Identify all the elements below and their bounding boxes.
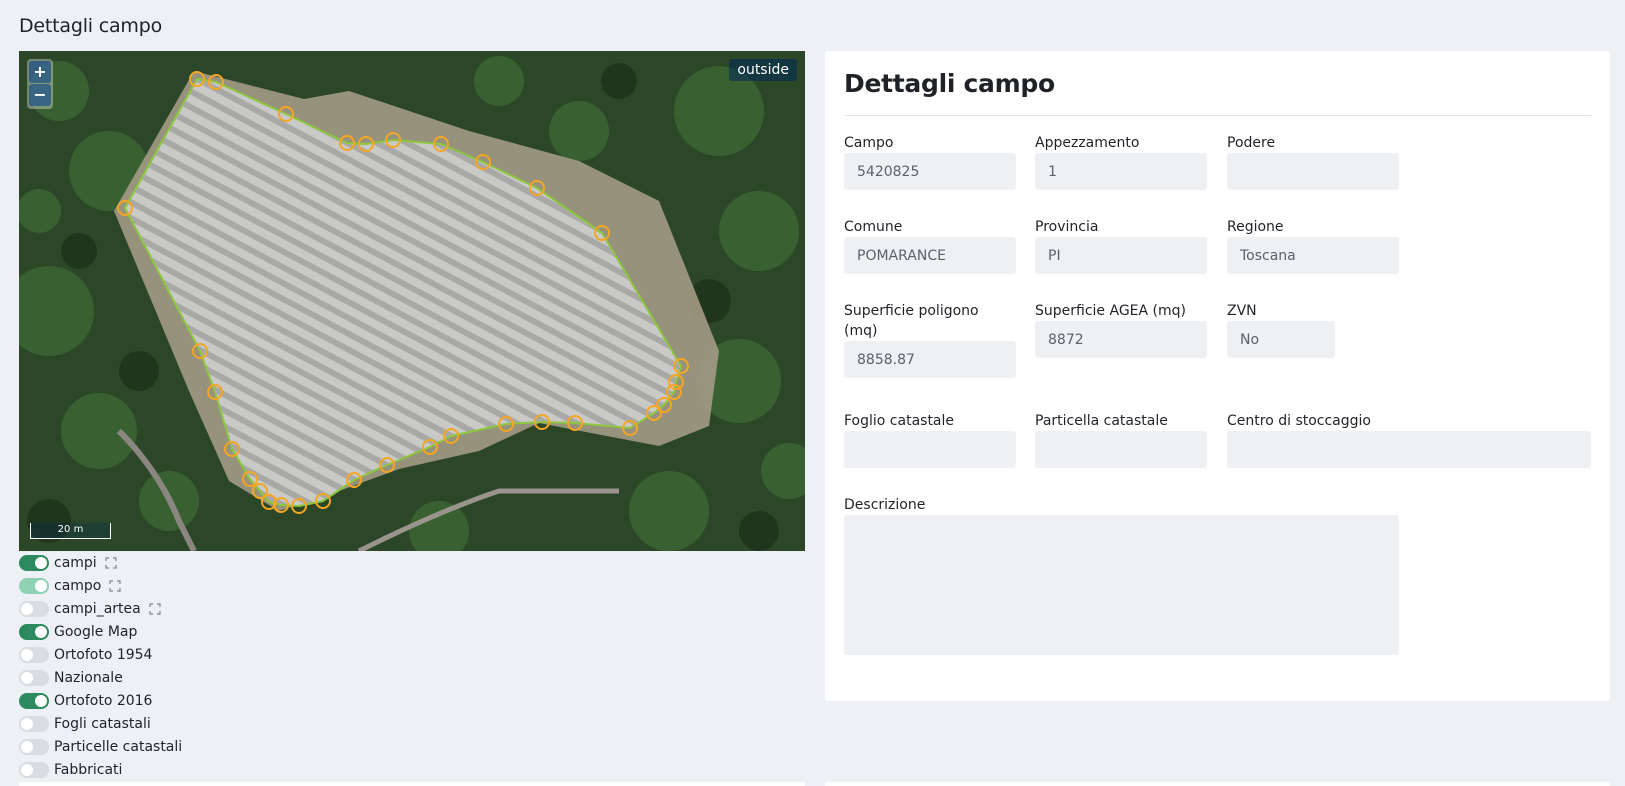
divider (844, 115, 1591, 116)
panel-title: Dettagli campo (844, 69, 1055, 98)
field-label: Centro di stoccaggio (1227, 413, 1371, 429)
toggle-knob (21, 740, 33, 753)
details-panel: Dettagli campo Campo Appezzamento Podere… (825, 51, 1610, 701)
layer-toggle-nazionale[interactable] (19, 669, 49, 686)
layer-label: campi_artea (54, 600, 141, 617)
field-centro-stoccaggio: Centro di stoccaggio (1227, 411, 1591, 468)
field-particella: Particella catastale (1035, 411, 1207, 468)
layer-row-campi-artea: campi_artea (19, 597, 190, 620)
layer-list: campi campo campi_artea Google Map Ortof… (19, 551, 190, 781)
field-label: Descrizione (844, 497, 926, 513)
field-label: Podere (1227, 135, 1276, 151)
layer-row-ortofoto-1954: Ortofoto 1954 (19, 643, 190, 666)
layer-label: campo (54, 577, 102, 594)
campo-input[interactable] (844, 153, 1016, 190)
toggle-knob (21, 671, 33, 684)
foglio-input[interactable] (844, 431, 1016, 468)
layer-row-google-map: Google Map (19, 620, 190, 643)
field-foglio: Foglio catastale (844, 411, 1016, 468)
map-view[interactable]: + − outside 20 m (19, 51, 805, 551)
field-regione: Regione (1227, 217, 1399, 274)
field-podere: Podere (1227, 133, 1399, 190)
expand-icon[interactable] (109, 579, 121, 592)
layer-toggle-ortofoto-2016[interactable] (19, 692, 49, 709)
field-label: Appezzamento (1035, 135, 1140, 151)
field-appezzamento: Appezzamento (1035, 133, 1207, 190)
page-title: Dettagli campo (19, 15, 163, 37)
field-zvn: ZVN (1227, 301, 1335, 358)
toggle-knob (21, 648, 33, 661)
zoom-control: + − (27, 59, 53, 109)
layer-toggle-campo[interactable] (19, 577, 49, 594)
field-superficie-poligono: Superficie poligono (mq) (844, 301, 1016, 378)
layer-row-fogli-catastali: Fogli catastali (19, 712, 190, 735)
layer-row-campi: campi (19, 551, 190, 574)
field-comune: Comune (844, 217, 1016, 274)
layer-toggle-campi-artea[interactable] (19, 600, 49, 617)
layer-label: Fogli catastali (54, 715, 151, 732)
particella-input[interactable] (1035, 431, 1207, 468)
toggle-knob (21, 602, 33, 615)
field-campo: Campo (844, 133, 1016, 190)
comune-input[interactable] (844, 237, 1016, 274)
toggle-knob (21, 717, 33, 730)
layer-row-fabbricati: Fabbricati (19, 758, 190, 781)
field-superficie-agea: Superficie AGEA (mq) (1035, 301, 1207, 358)
map-status-badge: outside (729, 59, 797, 81)
field-provincia: Provincia (1035, 217, 1207, 274)
layer-toggle-google-map[interactable] (19, 623, 49, 640)
layer-toggle-campi[interactable] (19, 554, 49, 571)
superficie-agea-input[interactable] (1035, 321, 1207, 358)
podere-input[interactable] (1227, 153, 1399, 190)
layer-label: Google Map (54, 623, 138, 640)
field-label: Foglio catastale (844, 413, 955, 429)
expand-icon[interactable] (149, 602, 161, 615)
provincia-input[interactable] (1035, 237, 1207, 274)
bottom-card-edge (19, 782, 805, 786)
field-label: Particella catastale (1035, 413, 1168, 429)
zvn-input[interactable] (1227, 321, 1335, 358)
layer-label: campi (54, 554, 97, 571)
toggle-knob (35, 694, 47, 707)
field-label: Campo (844, 135, 894, 151)
regione-input[interactable] (1227, 237, 1399, 274)
expand-icon[interactable] (105, 556, 117, 569)
superficie-poligono-input[interactable] (844, 341, 1016, 378)
layer-label: Particelle catastali (54, 738, 183, 755)
zoom-out-button[interactable]: − (29, 84, 51, 106)
layer-row-ortofoto-2016: Ortofoto 2016 (19, 689, 190, 712)
layer-toggle-particelle-catastali[interactable] (19, 738, 49, 755)
layer-row-nazionale: Nazionale (19, 666, 190, 689)
layer-row-campo: campo (19, 574, 190, 597)
layer-toggle-ortofoto-1954[interactable] (19, 646, 49, 663)
layer-label: Ortofoto 2016 (54, 692, 153, 709)
satellite-map[interactable] (19, 51, 805, 551)
appezzamento-input[interactable] (1035, 153, 1207, 190)
layer-toggle-fogli-catastali[interactable] (19, 715, 49, 732)
toggle-knob (21, 763, 33, 776)
field-label: Provincia (1035, 219, 1099, 235)
toggle-knob (35, 579, 47, 592)
layer-toggle-fabbricati[interactable] (19, 761, 49, 778)
layer-label: Fabbricati (54, 761, 123, 778)
centro-stoccaggio-input[interactable] (1227, 431, 1591, 468)
field-label: Superficie AGEA (mq) (1035, 303, 1186, 319)
scale-bar: 20 m (30, 523, 111, 539)
bottom-card-edge (825, 782, 1610, 786)
layer-label: Nazionale (54, 669, 123, 686)
zoom-in-button[interactable]: + (29, 61, 51, 83)
field-label: Superficie poligono (mq) (844, 303, 979, 339)
layer-row-particelle-catastali: Particelle catastali (19, 735, 190, 758)
field-label: ZVN (1227, 303, 1257, 319)
toggle-knob (35, 625, 47, 638)
layer-label: Ortofoto 1954 (54, 646, 153, 663)
toggle-knob (35, 556, 47, 569)
descrizione-textarea[interactable] (844, 515, 1399, 655)
field-descrizione: Descrizione (844, 495, 1399, 655)
field-label: Regione (1227, 219, 1284, 235)
field-label: Comune (844, 219, 903, 235)
